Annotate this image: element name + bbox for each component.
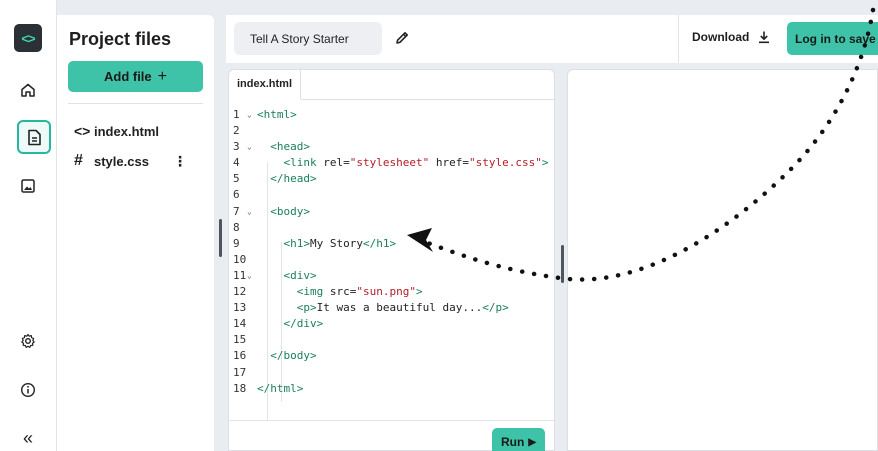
hash-icon: # (74, 152, 83, 169)
code-line[interactable]: 10 (229, 252, 554, 268)
fold-chevron-icon[interactable]: ⌄ (247, 107, 252, 123)
code-line[interactable]: 7 ⌄ <body> (229, 204, 554, 220)
code-line[interactable]: 2 (229, 123, 554, 139)
editor-tab-bar: index.html (229, 70, 554, 100)
code-text: <div> (283, 268, 317, 282)
pencil-icon[interactable] (392, 28, 412, 48)
files-panel-title: Project files (69, 29, 172, 49)
line-number: 5 (233, 172, 240, 186)
line-number: 8 (233, 220, 240, 234)
fold-chevron-icon[interactable]: ⌄ (247, 204, 252, 220)
top-bar: Tell A Story Starter Download Log in to … (226, 15, 878, 63)
code-line[interactable]: 17 (229, 365, 554, 381)
file-name: index.html (94, 123, 160, 139)
code-area[interactable]: 1 ⌄ <html> 2 3 ⌄ <head> 4 <link rel="styleshee… (229, 107, 554, 397)
code-text: <link rel="stylesheet" href="style.css"> (283, 156, 549, 170)
log-in-to-save-button[interactable]: Log in to save (787, 22, 878, 55)
files-resize-handle[interactable] (219, 219, 222, 257)
code-line[interactable]: 12 <img src="sun.png"> (229, 284, 554, 300)
code-text: <img src="sun.png"> (296, 285, 423, 299)
code-line[interactable]: 13 <p>It was a beautiful day...</p> (229, 300, 554, 316)
line-number: 18 (233, 381, 247, 395)
code-text: </body> (270, 349, 317, 363)
project-name-field[interactable]: Tell A Story Starter (234, 22, 382, 55)
line-number: 9 (233, 236, 240, 250)
code-line[interactable]: 14 </div> (229, 316, 554, 332)
code-line[interactable]: 11 ⌄ <div> (229, 268, 554, 284)
code-line[interactable]: 4 <link rel="stylesheet" href="style.css… (229, 155, 554, 171)
add-file-button[interactable]: Add file + (68, 61, 203, 92)
run-label: Run (500, 435, 525, 449)
file-name: style.css (94, 153, 149, 169)
code-line[interactable]: 1 ⌄ <html> (229, 107, 554, 123)
home-icon[interactable] (14, 76, 42, 104)
code-text: </html> (257, 381, 304, 395)
play-icon: ▶ (528, 436, 537, 448)
line-number: 13 (233, 301, 247, 315)
line-number: 2 (233, 124, 240, 138)
add-file-label: Add file (103, 69, 152, 84)
run-button[interactable]: Run ▶ (492, 428, 545, 451)
editor-resize-handle[interactable] (561, 245, 564, 283)
code-line[interactable]: 8 (229, 220, 554, 236)
line-number: 14 (233, 317, 247, 331)
plus-icon: + (157, 67, 167, 85)
code-text: <h1>My Story</h1> (283, 236, 397, 250)
code-text: </head> (270, 172, 317, 186)
nav-rail: <> « (0, 0, 57, 451)
topbar-divider (678, 15, 679, 63)
image-icon[interactable] (14, 172, 42, 200)
code-line[interactable]: 18 </html> (229, 381, 554, 397)
preview-pane (567, 69, 878, 451)
code-text: <p>It was a beautiful day...</p> (296, 301, 509, 315)
download-button[interactable]: Download (692, 30, 771, 44)
code-line[interactable]: 16 </body> (229, 348, 554, 364)
line-number: 7 ⌄ (229, 204, 257, 220)
code-brackets-icon: <> (74, 123, 91, 139)
file-item-style-css[interactable]: # style.css ⋮ (74, 151, 209, 171)
code-line[interactable]: 15 (229, 332, 554, 348)
line-number: 4 (233, 156, 240, 170)
double-chevron-left-icon[interactable]: « (14, 424, 42, 451)
code-brackets-icon[interactable]: <> (14, 24, 42, 52)
gear-icon[interactable] (14, 327, 42, 355)
line-number: 17 (233, 365, 247, 379)
line-number: 3 ⌄ (229, 139, 257, 155)
editor-footer-divider (229, 420, 554, 421)
line-number: 15 (233, 333, 247, 347)
code-editor: index.html 1 ⌄ <html> 2 3 ⌄ <head> 4 <link rel… (228, 69, 555, 451)
code-line[interactable]: 6 (229, 187, 554, 203)
code-line[interactable]: 9 <h1>My Story</h1> (229, 236, 554, 252)
line-number: 6 (233, 188, 240, 202)
code-text: <head> (270, 140, 310, 154)
download-label: Download (692, 30, 750, 44)
code-text: <html> (257, 108, 297, 121)
more-options-icon[interactable]: ⋮ (173, 153, 187, 170)
line-number: 1 ⌄ (229, 107, 257, 123)
file-item-index-html[interactable]: <> index.html (74, 121, 209, 141)
line-number: 16 (233, 349, 247, 363)
code-line[interactable]: 5 </head> (229, 171, 554, 187)
line-number: 10 (233, 252, 247, 266)
files-divider (68, 103, 203, 104)
project-files-panel: Project files Add file + <> index.html #… (57, 15, 214, 451)
tab-index-html[interactable]: index.html (229, 70, 302, 100)
code-text: </div> (283, 317, 324, 331)
fold-chevron-icon[interactable]: ⌄ (247, 268, 252, 284)
line-number: 11 ⌄ (229, 268, 257, 284)
line-number: 12 (233, 285, 247, 299)
file-icon[interactable] (17, 120, 51, 154)
code-line[interactable]: 3 ⌄ <head> (229, 139, 554, 155)
info-icon[interactable] (14, 376, 42, 404)
download-icon (759, 31, 770, 44)
code-text: <body> (270, 204, 310, 218)
fold-chevron-icon[interactable]: ⌄ (247, 139, 252, 155)
